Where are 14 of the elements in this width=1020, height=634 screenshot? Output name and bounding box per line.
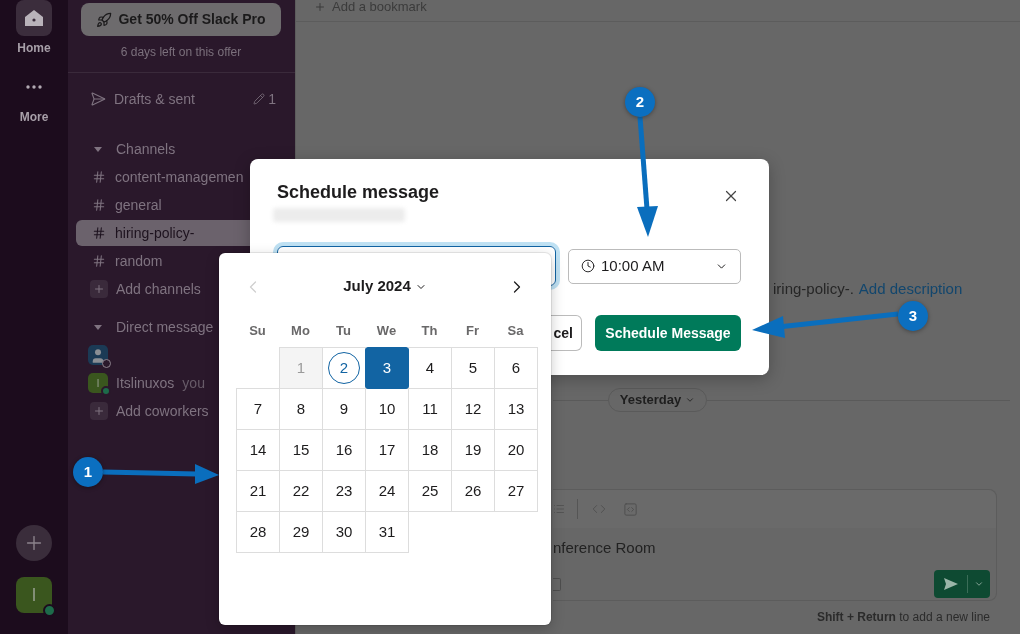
keyboard-hint: Shift + Return to add a new line <box>816 609 990 625</box>
dialog-title: Schedule message <box>277 181 440 203</box>
weekday-label: Fr <box>466 322 479 341</box>
offer-note: 6 days left on this offer <box>120 45 242 59</box>
user-name: Itslinuxos <box>116 373 175 393</box>
weekday-label: Su <box>249 322 266 341</box>
draft-count: 1 <box>268 89 276 109</box>
weekday-label: Sa <box>507 322 524 341</box>
channel-intro-text: iring-policy-. <box>773 278 854 299</box>
weekday-label: Tu <box>336 322 351 341</box>
weekday-label: Th <box>421 322 438 341</box>
weekday-label: We <box>376 322 397 341</box>
weekday-label: Mo <box>291 322 310 341</box>
you-label: you <box>182 373 205 393</box>
